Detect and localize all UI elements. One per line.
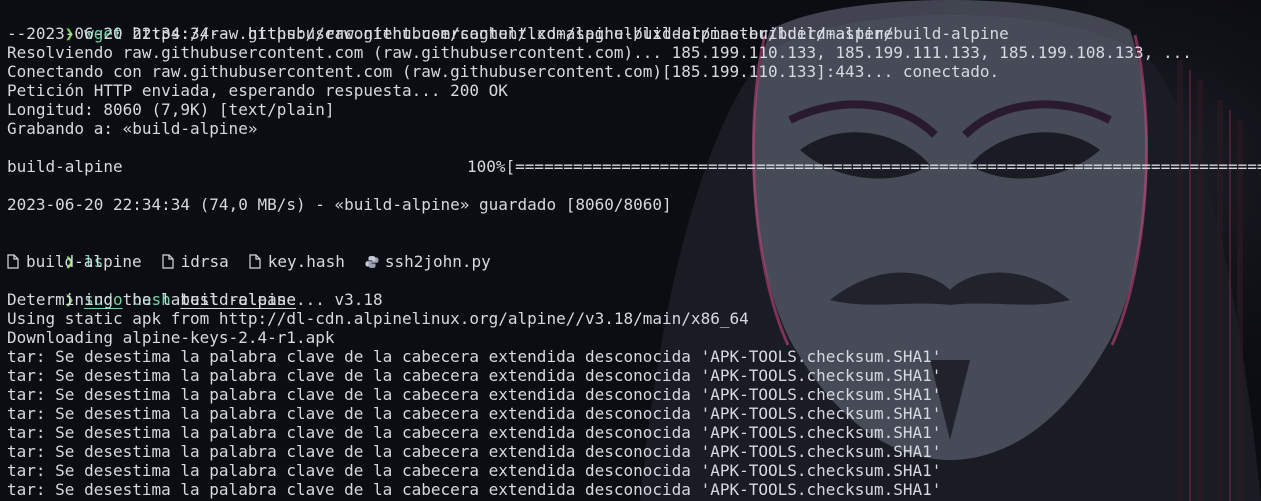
output-line: Determining the latest release... v3.18 [7, 290, 383, 309]
output-line: Conectando con raw.githubusercontent.com… [7, 62, 1000, 81]
ls-entry-key-hash[interactable]: key.hash [249, 252, 345, 271]
ls-entry-name: build-alpine [26, 252, 142, 271]
command-line-ls: ❯ ls [7, 233, 1261, 271]
file-icon [249, 254, 261, 269]
output-line: tar: Se desestima la palabra clave de la… [7, 404, 942, 423]
ls-entry-name: key.hash [267, 252, 345, 271]
output-line: tar: Se desestima la palabra clave de la… [7, 385, 942, 404]
output-line: Downloading alpine-keys-2.4-r1.apk [7, 328, 335, 347]
output-line: Grabando a: «build-alpine» [7, 119, 258, 138]
ls-output: build-alpine idrsa key.hash ssh2john.py [7, 252, 1261, 271]
terminal-window[interactable]: ❯ wget https://raw.githubusercontent.com… [0, 0, 1261, 501]
ls-entry-ssh2john[interactable]: ssh2john.py [365, 252, 491, 271]
output-line: Longitud: 8060 (7,9K) [text/plain] [7, 100, 335, 119]
file-icon [7, 254, 19, 269]
output-line: tar: Se desestima la palabra clave de la… [7, 347, 942, 366]
output-line: Resolviendo raw.githubusercontent.com (r… [7, 43, 1192, 62]
ls-entry-build-alpine[interactable]: build-alpine [7, 252, 142, 271]
output-line: Petición HTTP enviada, esperando respues… [7, 81, 508, 100]
ls-entry-name: idrsa [180, 252, 229, 271]
output-line: tar: Se desestima la palabra clave de la… [7, 423, 942, 442]
download-progress-line: build-alpine 100%[=======================… [7, 157, 1261, 176]
ls-entry-idrsa[interactable]: idrsa [161, 252, 229, 271]
output-line: tar: Se desestima la palabra clave de la… [7, 366, 942, 385]
output-line: --2023-06-20 22:34:34-- https://raw.gith… [7, 24, 1009, 43]
file-icon [161, 254, 174, 269]
output-line: 2023-06-20 22:34:34 (74,0 MB/s) - «build… [7, 195, 672, 214]
command-line-build: ❯ sudo bash build-alpine [7, 271, 1261, 309]
output-line: tar: Se desestima la palabra clave de la… [7, 461, 942, 480]
python-icon [365, 255, 379, 268]
progress-bar-text: 100%[===================================… [467, 157, 1261, 176]
command-line-wget: ❯ wget https://raw.githubusercontent.com… [7, 5, 1261, 43]
output-line: tar: Se desestima la palabra clave de la… [7, 480, 942, 499]
ls-entry-name: ssh2john.py [384, 252, 491, 271]
progress-filename: build-alpine [7, 157, 123, 176]
output-line: Using static apk from http://dl-cdn.alpi… [7, 309, 749, 328]
output-line: tar: Se desestima la palabra clave de la… [7, 442, 942, 461]
terminal-output: ❯ wget https://raw.githubusercontent.com… [7, 5, 1261, 499]
